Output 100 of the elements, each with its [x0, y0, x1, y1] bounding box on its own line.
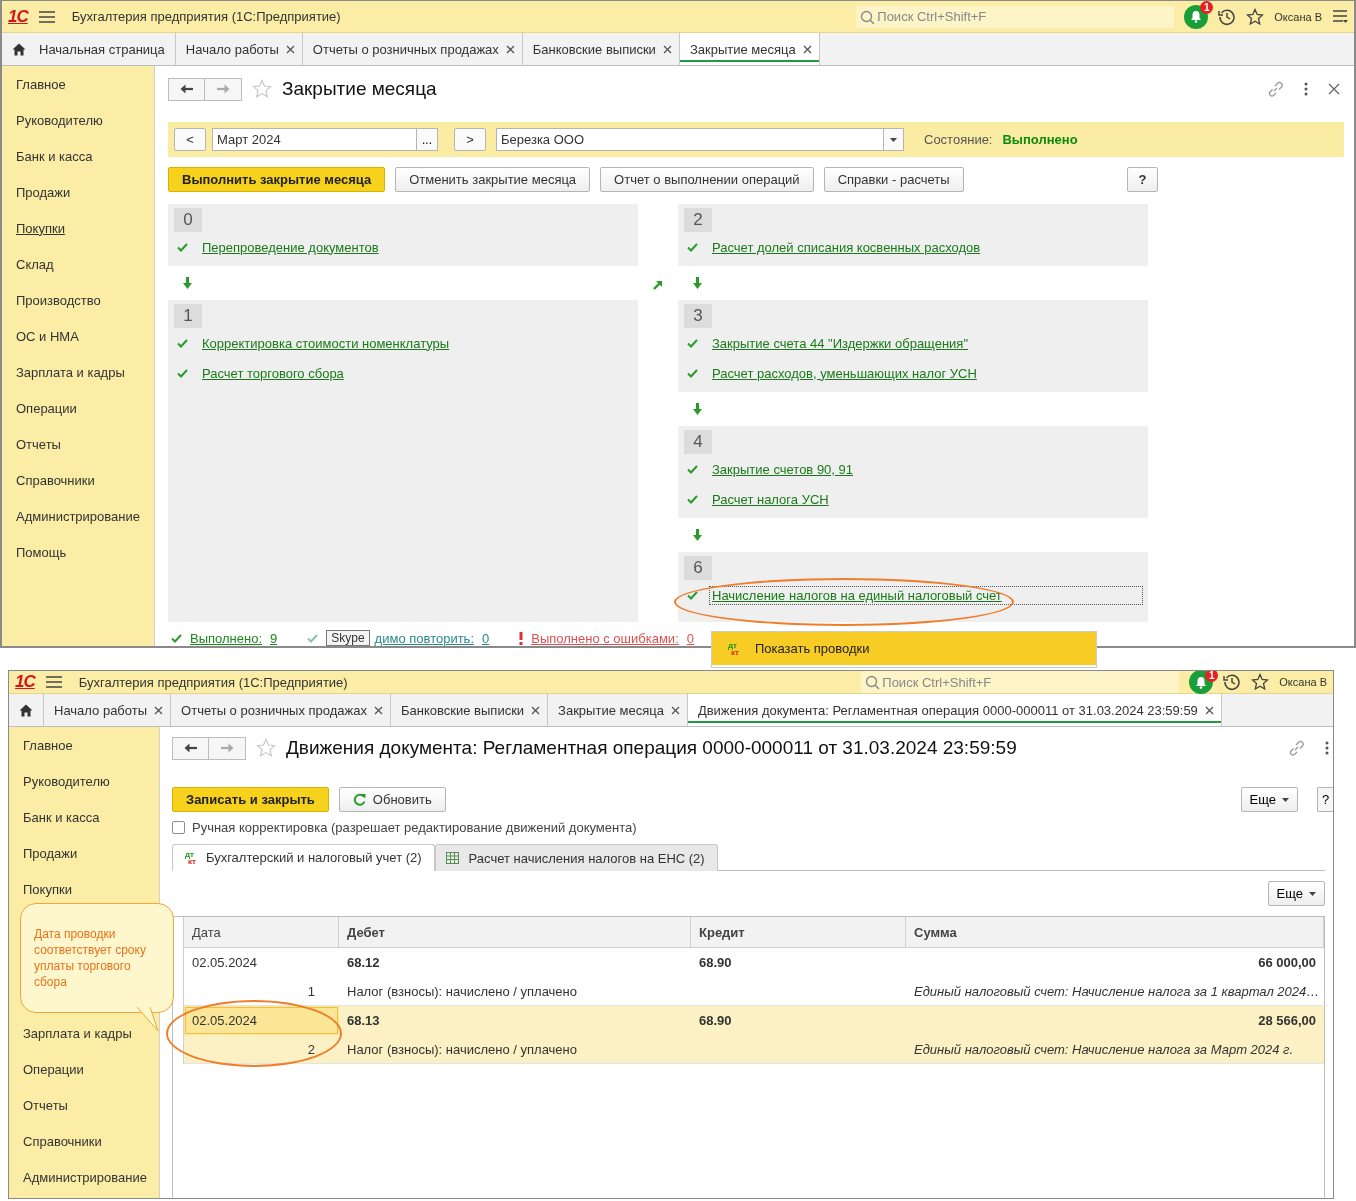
- sidebar-item[interactable]: Руководителю: [2, 102, 154, 138]
- star-icon[interactable]: [1251, 673, 1270, 691]
- sidebar-item[interactable]: Банк и касса: [9, 799, 159, 835]
- back-button[interactable]: [172, 736, 209, 760]
- menu-icon[interactable]: [44, 675, 63, 689]
- table-cell[interactable]: 68.90: [691, 948, 906, 977]
- window-tab[interactable]: Начало работы: [175, 33, 303, 65]
- dropdown-button[interactable]: [884, 128, 904, 151]
- window-tab[interactable]: Начало работы: [44, 694, 172, 726]
- table-cell[interactable]: 68.12: [339, 948, 691, 977]
- more-icon[interactable]: [1304, 82, 1308, 96]
- run-closing-button[interactable]: Выполнить закрытие месяца: [168, 167, 386, 192]
- sidebar-item[interactable]: Продажи: [2, 174, 154, 210]
- history-icon[interactable]: [1223, 673, 1242, 691]
- sidebar-item[interactable]: Администрирование: [9, 1159, 159, 1195]
- star-icon[interactable]: [1246, 7, 1265, 26]
- checkbox[interactable]: [172, 821, 185, 834]
- help-button[interactable]: ?: [1127, 167, 1158, 192]
- sidebar-item[interactable]: Справочники: [2, 462, 154, 498]
- user-name[interactable]: Оксана В: [1274, 10, 1322, 23]
- action-button[interactable]: Отменить закрытие месяца: [395, 167, 591, 192]
- sidebar-item[interactable]: Зарплата и кадры: [9, 1015, 159, 1051]
- table-cell[interactable]: 2: [184, 1035, 339, 1064]
- column-header[interactable]: Дата: [184, 917, 339, 948]
- sidebar-item[interactable]: Главное: [9, 727, 159, 763]
- operation-link[interactable]: Начисление налогов на единый налоговый счет: [710, 586, 1142, 604]
- table-cell[interactable]: 28 566,00: [906, 1006, 1324, 1035]
- sidebar-item[interactable]: Операции: [2, 390, 154, 426]
- operation-link[interactable]: Перепроведение документов: [200, 238, 381, 256]
- more-icon[interactable]: [1325, 741, 1329, 755]
- status-link[interactable]: Выполнено:: [190, 630, 262, 646]
- refresh-button[interactable]: Обновить: [338, 787, 446, 812]
- window-tab[interactable]: Отчеты о розничных продажах: [171, 694, 392, 726]
- table-cell[interactable]: 02.05.2024: [184, 948, 339, 977]
- sidebar-item[interactable]: Склад: [2, 246, 154, 282]
- action-button[interactable]: Отчет о выполнении операций: [600, 167, 814, 192]
- previous-period-button[interactable]: <: [174, 128, 206, 151]
- search-field[interactable]: Поиск Ctrl+Shift+F: [856, 5, 1175, 28]
- window-tab[interactable]: Закрытие месяца: [548, 694, 688, 726]
- sidebar-item[interactable]: Отчеты: [2, 426, 154, 462]
- column-header[interactable]: Дебет: [339, 917, 691, 948]
- table-cell[interactable]: 66 000,00: [906, 948, 1324, 977]
- column-header[interactable]: Кредит: [691, 917, 906, 948]
- sidebar-item[interactable]: Банк и касса: [2, 138, 154, 174]
- history-icon[interactable]: [1218, 7, 1237, 26]
- sidebar-item[interactable]: Операции: [9, 1051, 159, 1087]
- panel-menu-icon[interactable]: [1332, 8, 1348, 25]
- window-tab[interactable]: Отчеты о розничных продажах: [302, 33, 523, 65]
- link-icon[interactable]: [1288, 739, 1305, 757]
- action-button[interactable]: Справки - расчеты: [823, 167, 964, 192]
- sidebar-item[interactable]: Помощь: [2, 534, 154, 570]
- next-period-button[interactable]: >: [454, 128, 486, 151]
- menu-icon[interactable]: [37, 9, 56, 24]
- sidebar-item[interactable]: Администрирование: [2, 498, 154, 534]
- sidebar-item[interactable]: Покупки: [2, 210, 154, 246]
- form-tab[interactable]: Расчет начисления налогов на ЕНС (2): [434, 844, 718, 871]
- status-link[interactable]: димо повторить:: [374, 630, 474, 646]
- period-field[interactable]: Март 2024: [212, 128, 417, 151]
- organization-field[interactable]: Березка ООО: [496, 128, 884, 151]
- window-tab[interactable]: Закрытие месяца: [679, 33, 820, 65]
- more-button[interactable]: Еще: [1267, 881, 1325, 906]
- sidebar-item[interactable]: Зарплата и кадры: [2, 354, 154, 390]
- window-tab[interactable]: Банковские выписки: [522, 33, 680, 65]
- table-cell[interactable]: 68.13: [339, 1006, 691, 1035]
- checkbox-label[interactable]: Ручная корректировка (разрешает редактирование движений документа): [192, 820, 637, 835]
- sidebar-item[interactable]: Продажи: [9, 835, 159, 871]
- form-tab[interactable]: дт кт Бухгалтерский и налоговый учет (2): [172, 844, 435, 871]
- sidebar-item[interactable]: Производство: [2, 282, 154, 318]
- sidebar-item[interactable]: Главное: [2, 66, 154, 102]
- operation-link[interactable]: Корректировка стоимости номенклатуры: [200, 334, 452, 352]
- operation-link[interactable]: Расчет расходов, уменьшающих налог УСН: [710, 364, 979, 382]
- operation-link[interactable]: Расчет торгового сбора: [200, 364, 346, 382]
- select-period-button[interactable]: ...: [417, 128, 438, 151]
- operation-link[interactable]: Расчет налога УСН: [710, 490, 831, 508]
- user-name[interactable]: Оксана В: [1279, 676, 1327, 688]
- help-button[interactable]: ?: [1317, 787, 1333, 812]
- table-cell[interactable]: 68.90: [691, 1006, 906, 1035]
- status-count[interactable]: 9: [270, 630, 278, 646]
- sidebar-item[interactable]: ОС и НМА: [2, 318, 154, 354]
- link-icon[interactable]: [1267, 80, 1284, 98]
- table-cell[interactable]: Единый налоговый счет: Начисление налога за Март 2024 г.: [906, 1035, 1324, 1064]
- sidebar-item[interactable]: Справочники: [9, 1123, 159, 1159]
- search-field[interactable]: Поиск Ctrl+Shift+F: [861, 671, 1180, 693]
- sidebar-item[interactable]: Руководителю: [9, 763, 159, 799]
- more-button[interactable]: Еще: [1240, 787, 1298, 812]
- status-count[interactable]: 0: [686, 630, 694, 646]
- status-link[interactable]: Выполнено с ошибками:: [531, 630, 679, 646]
- operation-link[interactable]: Закрытие счетов 90, 91: [710, 460, 856, 478]
- sidebar-item[interactable]: Отчеты: [9, 1087, 159, 1123]
- window-tab[interactable]: Банковские выписки: [391, 694, 549, 726]
- back-button[interactable]: [168, 77, 205, 101]
- show-entries-menu-item[interactable]: дт кт Показать проводки: [712, 632, 1096, 665]
- home-tab[interactable]: Начальная страница: [2, 33, 176, 65]
- table-cell[interactable]: Налог (взносы): начислено / уплачено: [339, 1035, 691, 1064]
- close-icon[interactable]: [1328, 83, 1340, 95]
- table-cell[interactable]: 02.05.2024: [184, 1006, 339, 1035]
- column-header[interactable]: Сумма: [906, 917, 1324, 948]
- operation-link[interactable]: Закрытие счета 44 "Издержки обращения": [710, 334, 970, 352]
- status-count[interactable]: 0: [482, 630, 490, 646]
- save-and-close-button[interactable]: Записать и закрыть: [172, 787, 329, 812]
